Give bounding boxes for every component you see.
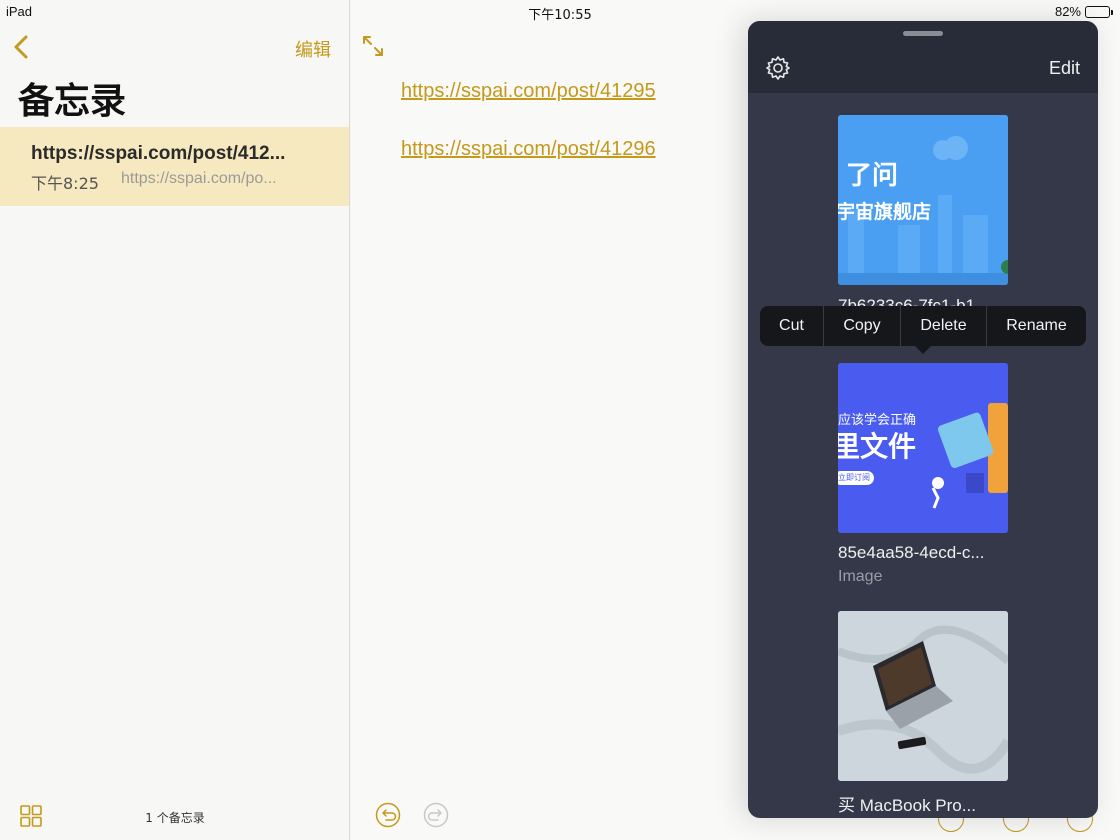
delete-menu-item[interactable]: Delete (901, 306, 987, 346)
thumb-caption: 了问 (846, 161, 899, 191)
page-title: 备忘录 (18, 81, 127, 122)
back-chevron-icon[interactable] (10, 34, 34, 60)
cut-menu-item[interactable]: Cut (760, 306, 824, 346)
undo-icon[interactable] (375, 802, 401, 828)
thumb-badge: 立即订阅 (838, 471, 874, 485)
copy-menu-item[interactable]: Copy (824, 306, 901, 346)
clock: 下午10:55 (528, 8, 592, 23)
list-item[interactable]: https://sspai.com/post/412... 下午8:25 htt… (0, 127, 349, 206)
file-thumbnail[interactable] (838, 611, 1008, 781)
file-thumbnail[interactable]: 应该学会正确 里文件 立即订阅 (838, 363, 1008, 533)
note-link[interactable]: https://sspai.com/post/41296 (401, 138, 656, 161)
file-name: 买 MacBook Pro... (838, 796, 976, 815)
rename-menu-item[interactable]: Rename (987, 306, 1086, 346)
panel-edit-button[interactable]: Edit (1049, 58, 1080, 79)
gear-icon[interactable] (765, 55, 791, 81)
battery-icon (1085, 5, 1113, 18)
drag-handle[interactable] (903, 31, 943, 36)
status-bar: iPad 下午10:55 82% (0, 0, 1120, 23)
note-count: 1 个备忘录 (145, 811, 205, 825)
file-thumbnail[interactable]: 了问 宇宙旗舰店 (838, 115, 1008, 285)
battery-percent: 82% (1054, 4, 1081, 19)
battery-status: 82% (1054, 4, 1113, 19)
thumb-caption: 宇宙旗舰店 (838, 201, 932, 223)
redo-icon[interactable] (423, 802, 449, 828)
context-menu: Cut Copy Delete Rename (760, 306, 1086, 354)
laptop-photo-graphic (838, 611, 1008, 781)
note-time: 下午8:25 (31, 174, 99, 193)
panel-header: Edit (748, 21, 1098, 93)
note-link[interactable]: https://sspai.com/post/41295 (401, 80, 656, 103)
file-type: Image (838, 568, 883, 585)
expand-icon[interactable] (361, 34, 385, 58)
notes-sidebar: 编辑 备忘录 https://sspai.com/post/412... 下午8… (0, 0, 350, 840)
note-preview: https://sspai.com/po... (121, 170, 277, 187)
thumb-caption: 里文件 (838, 430, 917, 463)
note-title: https://sspai.com/post/412... (31, 143, 286, 164)
files-panel: Edit 了问 宇宙旗舰店 7b6233c6-7fc1-b1... 应该学会正确 (748, 21, 1098, 818)
file-name: 85e4aa58-4ecd-c... (838, 543, 985, 562)
edit-button[interactable]: 编辑 (295, 36, 331, 62)
